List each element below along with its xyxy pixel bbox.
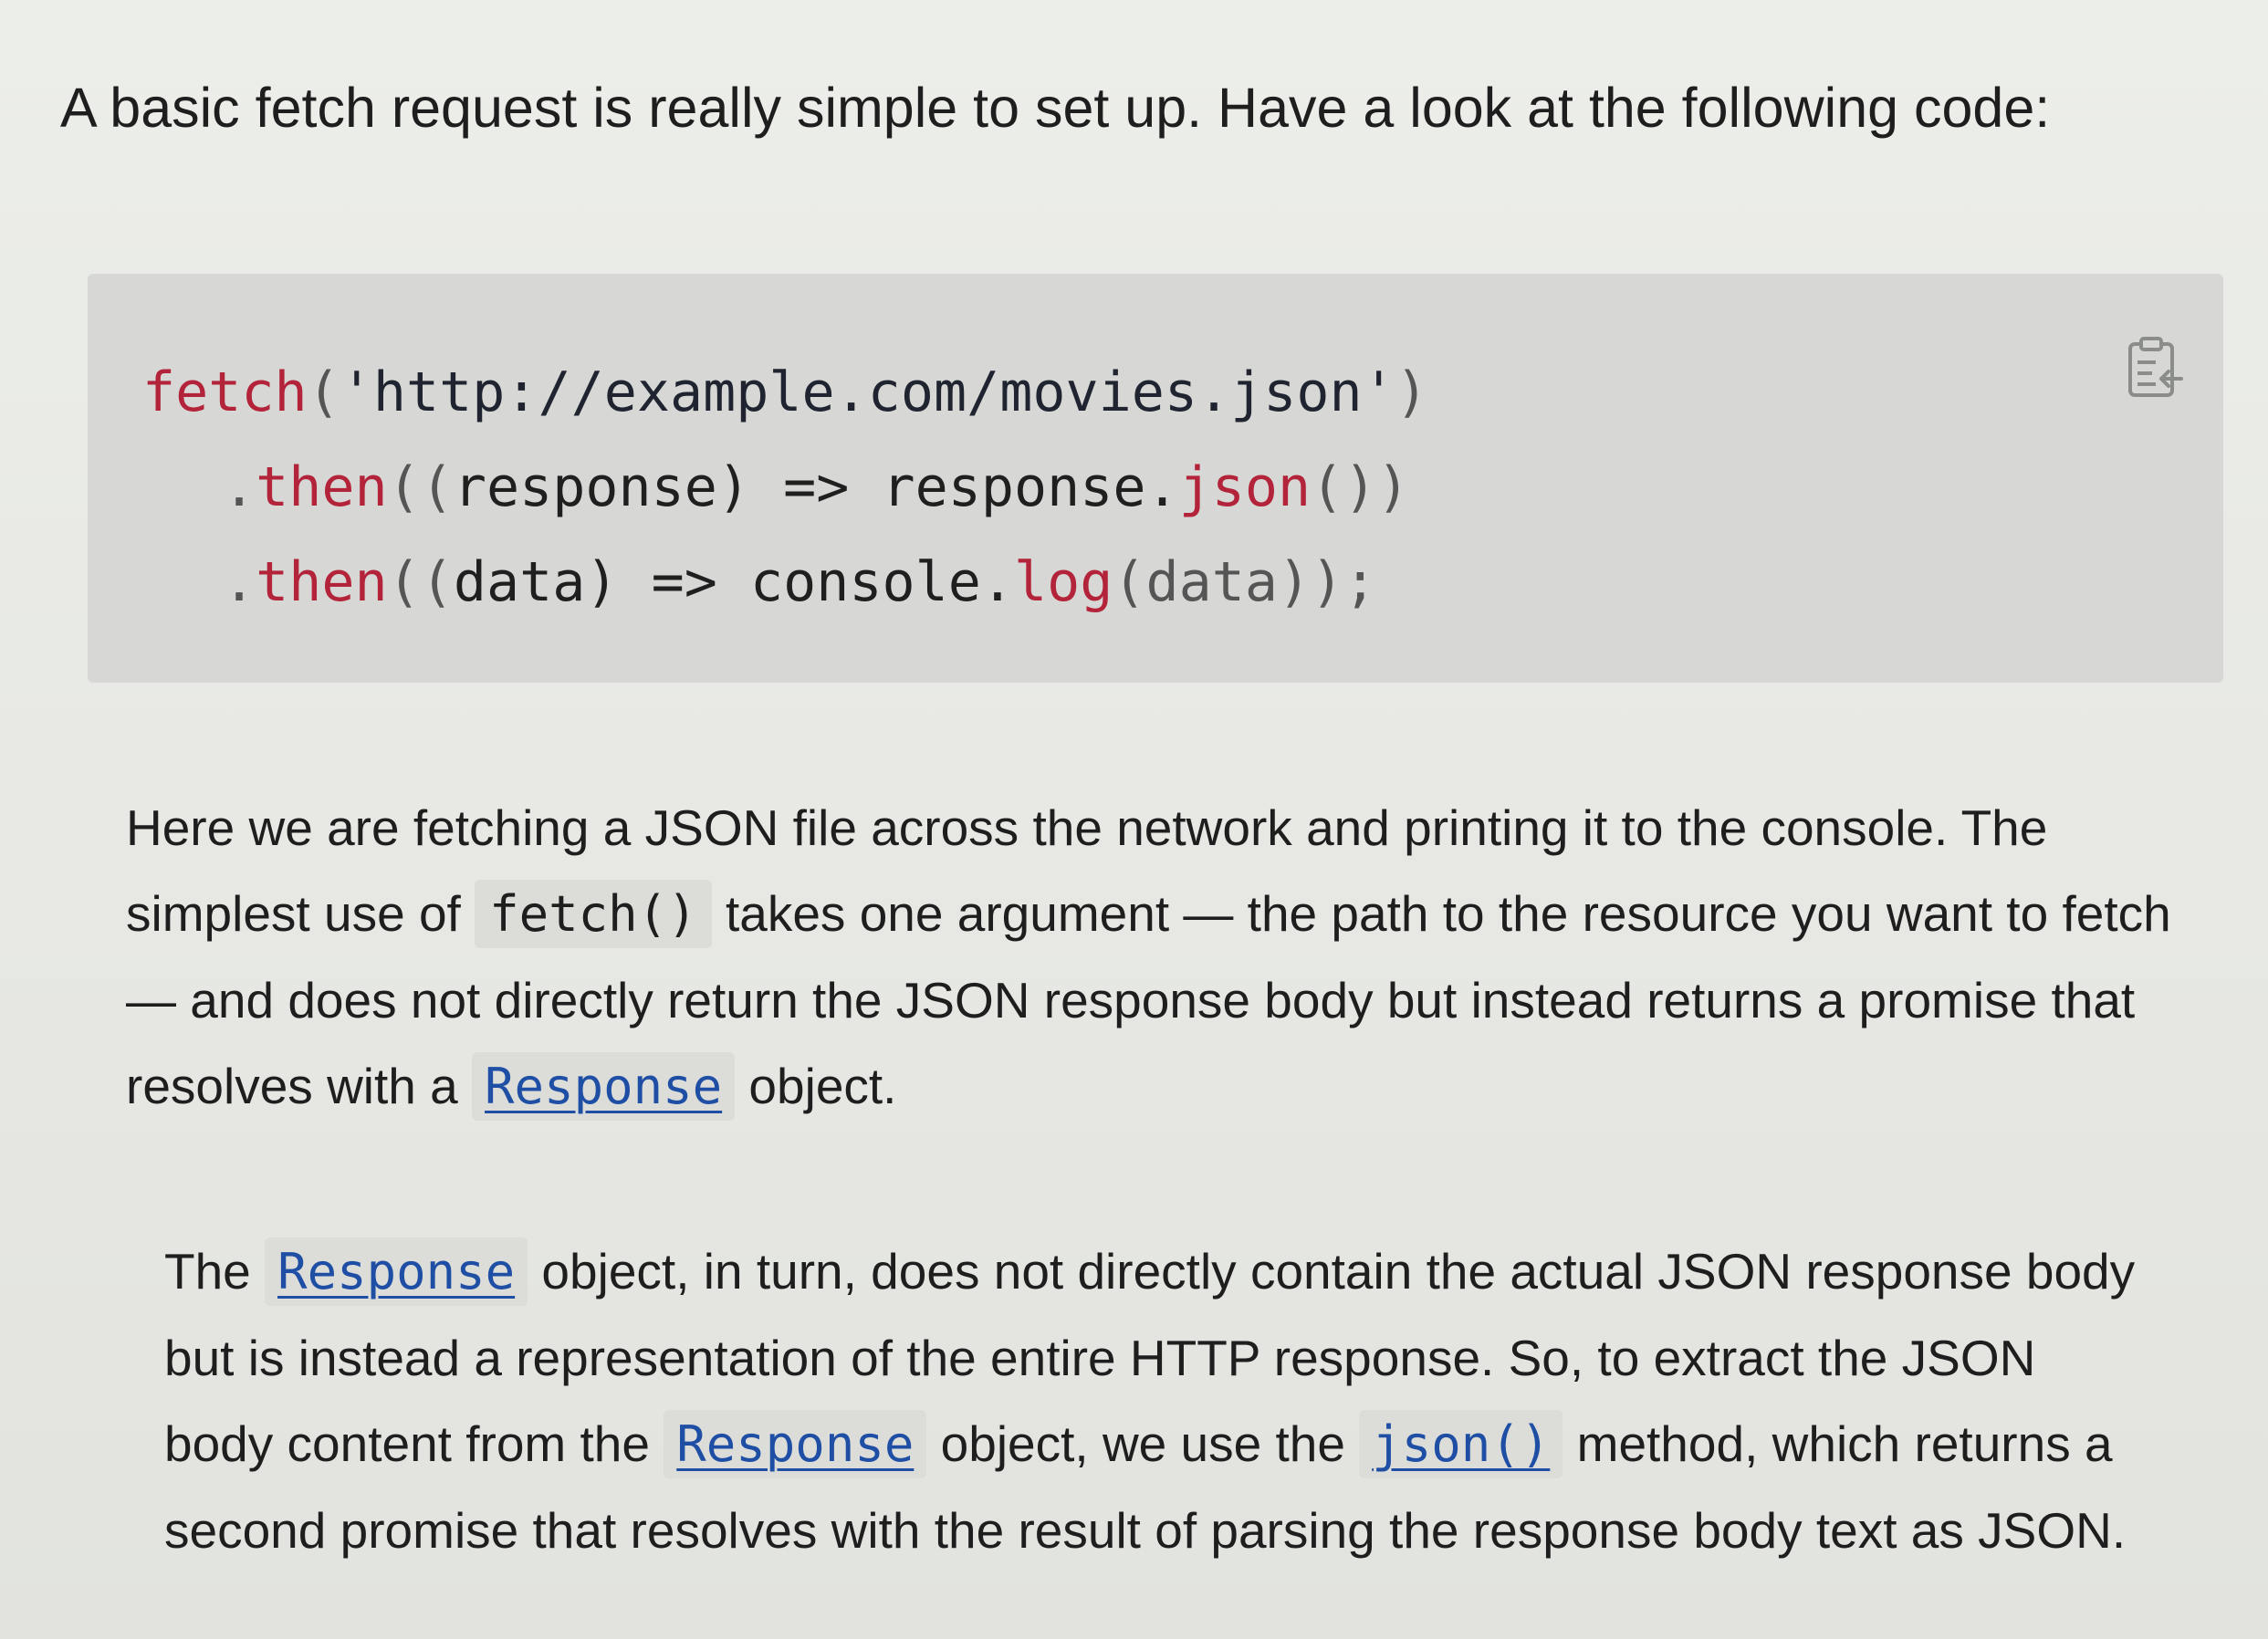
code-dot: . (223, 455, 256, 519)
code-paren-open: (( (387, 550, 454, 614)
code-line-2: .then((response) => response.json()) (142, 440, 2223, 535)
code-arg: response (453, 455, 717, 519)
explanation-paragraph-1: Here we are fetching a JSON file across … (126, 785, 2225, 1130)
code-url-string: 'http://example.com/movies.json' (340, 360, 1395, 424)
page: A basic fetch request is really simple t… (0, 0, 2268, 1639)
code-block: fetch('http://example.com/movies.json' ) … (88, 274, 2223, 683)
response-link[interactable]: Response (265, 1237, 528, 1306)
explanation-paragraph-2: The Response object, in turn, does not d… (164, 1228, 2145, 1573)
code-then-fn: then (256, 550, 388, 614)
code-paren-close: ) (1395, 360, 1428, 424)
code-object: console. (750, 550, 1014, 614)
code-arrow: ) => (585, 550, 750, 614)
para2-text-3: object, we use the (926, 1415, 1360, 1472)
para1-text-3: object. (735, 1058, 897, 1114)
response-link[interactable]: Response (472, 1052, 736, 1121)
para2-text-1: The (164, 1243, 266, 1300)
clipboard-copy-icon (2128, 337, 2183, 397)
code-then-fn: then (256, 455, 388, 519)
code-arg: data (453, 550, 586, 614)
code-line-1: fetch('http://example.com/movies.json') (142, 345, 2223, 440)
code-log-fn: log (1013, 550, 1113, 614)
json-method-link[interactable]: json() (1359, 1410, 1563, 1478)
code-line-3: .then((data) => console.log(data)); (142, 535, 2223, 630)
intro-paragraph: A basic fetch request is really simple t… (60, 77, 2051, 139)
code-object: response. (882, 455, 1179, 519)
code-paren-open: ( (307, 360, 340, 424)
response-link[interactable]: Response (664, 1410, 927, 1478)
code-paren-close: ()) (1311, 455, 1410, 519)
copy-code-button[interactable] (2119, 332, 2190, 403)
code-paren-open: (( (387, 455, 454, 519)
inline-code-fetch: fetch() (475, 880, 712, 948)
code-paren-close: (data)); (1113, 550, 1377, 614)
code-fetch-fn: fetch (142, 360, 308, 424)
code-dot: . (223, 550, 256, 614)
code-arrow: ) => (716, 455, 883, 519)
code-json-fn: json (1178, 455, 1312, 519)
